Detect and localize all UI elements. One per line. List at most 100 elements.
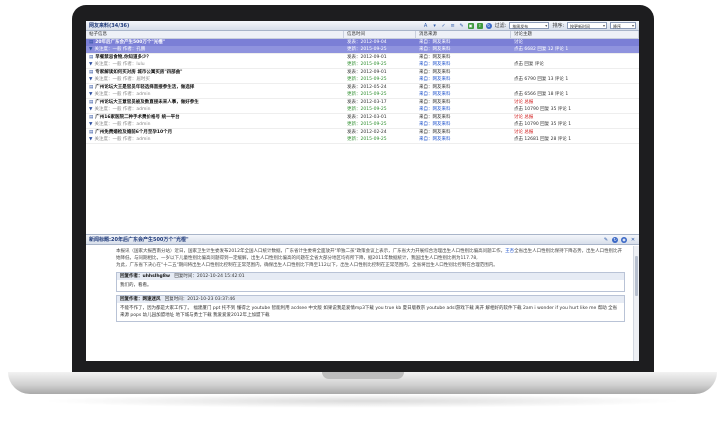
sort-label: 排序: bbox=[552, 23, 564, 29]
reply-body: 我们的，看看。 bbox=[117, 280, 624, 291]
expand-icon[interactable]: ▼ bbox=[89, 107, 92, 112]
post-source: 来自：网友来料 bbox=[419, 85, 451, 90]
list-pane-header: 网友来料(34/36) A ▾ ✓ ≡ ✎ ▣ ⇪ ↻ 过滤: 按周发布 排序:… bbox=[86, 21, 639, 31]
post-time: 发表：2012-09-01 bbox=[347, 70, 387, 75]
refresh-icon[interactable]: ↻ bbox=[612, 236, 618, 243]
expand-icon[interactable]: ▼ bbox=[89, 122, 92, 127]
reply-author: 回复作者：uhhslhg8w bbox=[120, 274, 171, 279]
post-icon: ▤ bbox=[89, 40, 94, 45]
list-toolbar: A ▾ ✓ ≡ ✎ ▣ ⇪ ↻ 过滤: 按周发布 排序: 按更新时间 降序 bbox=[423, 22, 636, 29]
post-time: 发表：2012-09-04 bbox=[347, 40, 387, 45]
post-source-link[interactable]: 来自：网友来料 bbox=[416, 91, 511, 98]
post-topic bbox=[511, 69, 639, 76]
article-highlight[interactable]: 王杏 bbox=[505, 249, 514, 254]
post-subject: 专家解读如何买对房 城市公寓买房"四部曲" bbox=[95, 70, 183, 75]
column-header-post[interactable]: 帖子信息 bbox=[86, 31, 344, 38]
list-item[interactable]: ▤ 广州论坛大王是官员年轻选择直接参生活，做选择 发表：2012-05-24 来自… bbox=[86, 84, 639, 99]
article-paragraph: 为此，广东省下决心在"十二五"期间将出生人口性别比控制在正常范围内，确保出生人口… bbox=[116, 263, 498, 268]
expand-icon[interactable]: ▼ bbox=[89, 137, 92, 142]
article-title: 新闻标题:20年后广东会产生500万个"光棍" bbox=[89, 237, 189, 243]
order-select[interactable]: 降序 bbox=[610, 22, 636, 29]
copy-icon[interactable]: ≡ bbox=[450, 23, 456, 29]
font-decrease-icon[interactable]: ▾ bbox=[432, 23, 438, 29]
post-subject: 广州16家医院二种手术费价格号 统一平台 bbox=[95, 115, 180, 120]
post-meta: 关注度：一般 作者：孔鹏 bbox=[94, 47, 146, 52]
expand-icon[interactable]: ▼ bbox=[89, 77, 92, 82]
post-topic: 讨论 总报 bbox=[514, 115, 534, 120]
post-icon: ▤ bbox=[89, 85, 94, 90]
post-source-link[interactable]: 来自：网友来料 bbox=[416, 46, 511, 53]
export-icon[interactable]: ⇪ bbox=[476, 22, 483, 29]
post-topic: 讨论 总报 bbox=[514, 100, 534, 105]
font-increase-icon[interactable]: A bbox=[423, 23, 429, 29]
laptop-shadow bbox=[40, 394, 685, 408]
post-source-link[interactable]: 来自：网友来料 bbox=[416, 121, 511, 128]
close-icon[interactable]: ✕ bbox=[630, 237, 636, 243]
filter-label: 过滤: bbox=[494, 23, 507, 29]
reply-block: 回复作者：uhhslhg8w 回复时间：2012-10-24 15:42:01 … bbox=[116, 272, 625, 292]
post-stats: 点击 6682 回复 12 评论 1 bbox=[514, 47, 569, 52]
post-source: 来自：网友来料 bbox=[419, 55, 451, 60]
reply-text: 我们的，看看。 bbox=[120, 283, 152, 288]
post-update: 更新：2015-09-25 bbox=[347, 122, 387, 127]
post-icon: ▤ bbox=[89, 115, 94, 120]
post-source-link[interactable]: 来自：网友来料 bbox=[416, 106, 511, 113]
check-icon[interactable]: ✓ bbox=[441, 23, 447, 29]
list-item[interactable]: ▤ 广州免费婚检及婚前6个月至孕10个月 发表：2012-02-24 来自：网友来… bbox=[86, 129, 639, 144]
list-item[interactable]: ▤ 20年后广东会产生500万个"光棍" 发表：2012-09-04 来自：网友来… bbox=[86, 39, 639, 54]
refresh-icon[interactable]: ↻ bbox=[485, 22, 492, 29]
list-item[interactable]: ▤ 广州16家医院二种手术费价格号 统一平台 发表：2012-03-01 来自：网… bbox=[86, 114, 639, 129]
column-header-source[interactable]: 消息来源 bbox=[416, 31, 511, 38]
sort-select[interactable]: 按更新时间 bbox=[567, 22, 607, 29]
post-time: 发表：2012-05-24 bbox=[347, 85, 387, 90]
reply-header: 回复作者：uhhslhg8w 回复时间：2012-10-24 15:42:01 bbox=[117, 273, 624, 280]
article-pane: 新闻标题:20年后广东会产生500万个"光棍" ✎ ↻ ◉ ✕ 本报讯（国家大报… bbox=[86, 234, 639, 361]
post-subject: 20年后广东会产生500万个"光棍" bbox=[95, 40, 166, 45]
article-toolbar: ✎ ↻ ◉ ✕ bbox=[603, 236, 636, 243]
list-item[interactable]: ▤ 专家解读如何买对房 城市公寓买房"四部曲" 发表：2012-09-01 来自：… bbox=[86, 69, 639, 84]
post-update: 更新：2015-09-25 bbox=[347, 92, 387, 97]
edit-icon[interactable]: ✎ bbox=[459, 23, 465, 29]
filter-select[interactable]: 按周发布 bbox=[509, 22, 550, 29]
post-update: 更新：2015-09-25 bbox=[347, 107, 387, 112]
column-header: 帖子信息 信息时间 消息来源 讨论主题 bbox=[86, 31, 639, 39]
post-topic bbox=[511, 84, 639, 91]
post-icon: ▤ bbox=[89, 100, 94, 105]
list-pane-title: 网友来料(34/36) bbox=[89, 23, 130, 29]
post-meta: 关注度：一般 作者：居时买 bbox=[94, 77, 150, 82]
scrollbar-thumb[interactable] bbox=[635, 256, 638, 296]
save-icon[interactable]: ▣ bbox=[467, 22, 474, 29]
post-source: 来自：网友来料 bbox=[419, 130, 451, 135]
post-stats: 点击 12681 回复 28 评论 1 bbox=[514, 137, 572, 142]
laptop-notch bbox=[322, 372, 404, 379]
post-time: 发表：2012-03-17 bbox=[347, 100, 387, 105]
post-stats: 点击 10790 回复 35 评论 1 bbox=[514, 122, 572, 127]
article-paragraph: 本报讯（国家大报西南分站）近日，国家卫生计生委发布2012年全国人口统计数据，广… bbox=[116, 249, 506, 254]
post-topic: 讨论 总报 bbox=[514, 130, 534, 135]
post-icon: ▤ bbox=[89, 55, 94, 60]
reply-time: 回复时间：2012-10-23 03:37:46 bbox=[164, 297, 236, 302]
column-header-time[interactable]: 信息时间 bbox=[344, 31, 416, 38]
post-update: 更新：2015-09-25 bbox=[347, 137, 387, 142]
reply-body: 不能不作了，因为都是大家工作了。 福建厦门 ppt 托不到 懂得之 youtub… bbox=[120, 306, 618, 318]
post-source-link[interactable]: 来自：网友来料 bbox=[416, 136, 511, 143]
edit-icon[interactable]: ✎ bbox=[603, 237, 609, 243]
post-stats: 点击 6790 回复 13 评论 1 bbox=[514, 77, 569, 82]
expand-icon[interactable]: ▼ bbox=[89, 62, 92, 67]
post-update: 更新：2015-09-25 bbox=[347, 62, 387, 67]
laptop-screen: 网友来料(34/36) A ▾ ✓ ≡ ✎ ▣ ⇪ ↻ 过滤: 按周发布 排序:… bbox=[86, 21, 639, 361]
post-source-link[interactable]: 来自：网友来料 bbox=[416, 76, 511, 83]
list-item[interactable]: ▤ 广州论坛大王意官员被及数直接未来人事，做好参生 发表：2012-03-17 来… bbox=[86, 99, 639, 114]
list-item[interactable]: ▤ 早餐禁忌食物,你知道多少？ 发表：2012-09-01 来自：网友来料 ▼ 关注… bbox=[86, 54, 639, 69]
expand-icon[interactable]: ▼ bbox=[89, 47, 92, 52]
post-source: 来自：网友来料 bbox=[419, 115, 451, 120]
reply-author: 回复作者：网速迷风 bbox=[120, 297, 161, 302]
column-header-topic[interactable]: 讨论主题 bbox=[511, 31, 639, 38]
post-source: 来自：网友来料 bbox=[419, 100, 451, 105]
post-subject: 广州论坛大王意官员被及数直接未来人事，做好参生 bbox=[95, 100, 199, 105]
expand-icon[interactable]: ▼ bbox=[89, 92, 92, 97]
post-source-link[interactable]: 来自：网友来料 bbox=[416, 61, 511, 68]
post-topic: 讨论 bbox=[514, 40, 523, 45]
vertical-scrollbar[interactable] bbox=[633, 246, 639, 361]
globe-icon[interactable]: ◉ bbox=[621, 236, 627, 243]
